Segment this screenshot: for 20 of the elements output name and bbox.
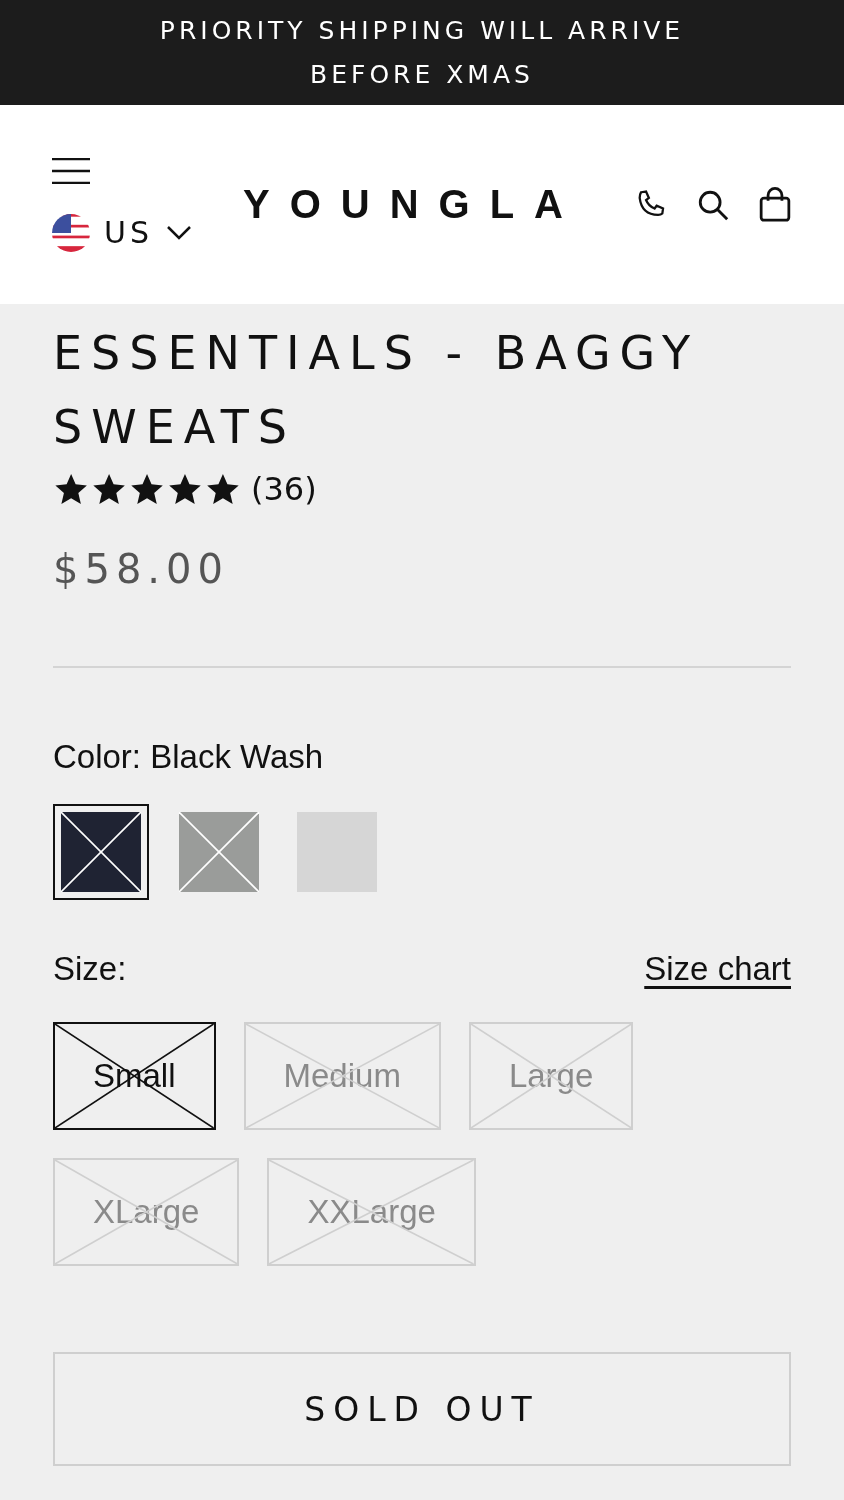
- product-title: ESSENTIALS - BAGGY SWEATS: [53, 325, 701, 456]
- review-count[interactable]: (36): [251, 470, 317, 508]
- cross-icon: [179, 812, 259, 892]
- color-swatch[interactable]: [53, 804, 149, 900]
- cross-icon: [470, 1024, 632, 1128]
- country-selector[interactable]: US: [52, 213, 212, 252]
- color-label: Color: Black Wash: [53, 738, 325, 776]
- cross-icon: [61, 812, 141, 892]
- announcement-text: BEFORE XMAS: [310, 58, 534, 91]
- flag-icon: [52, 213, 90, 252]
- size-chart-link[interactable]: Size chart: [644, 950, 791, 988]
- cross-icon: [269, 1160, 474, 1264]
- cross-icon: [55, 1160, 238, 1264]
- size-label: Size:: [53, 950, 127, 988]
- chevron-down-icon: [167, 225, 191, 240]
- brand-logo[interactable]: YOUNGLA: [243, 182, 583, 227]
- cross-icon: [245, 1024, 439, 1128]
- shopping-bag-icon[interactable]: [758, 186, 792, 223]
- announcement-text: PRIORITY SHIPPING WILL ARRIVE: [159, 14, 685, 47]
- product-price: $58.00: [53, 546, 230, 592]
